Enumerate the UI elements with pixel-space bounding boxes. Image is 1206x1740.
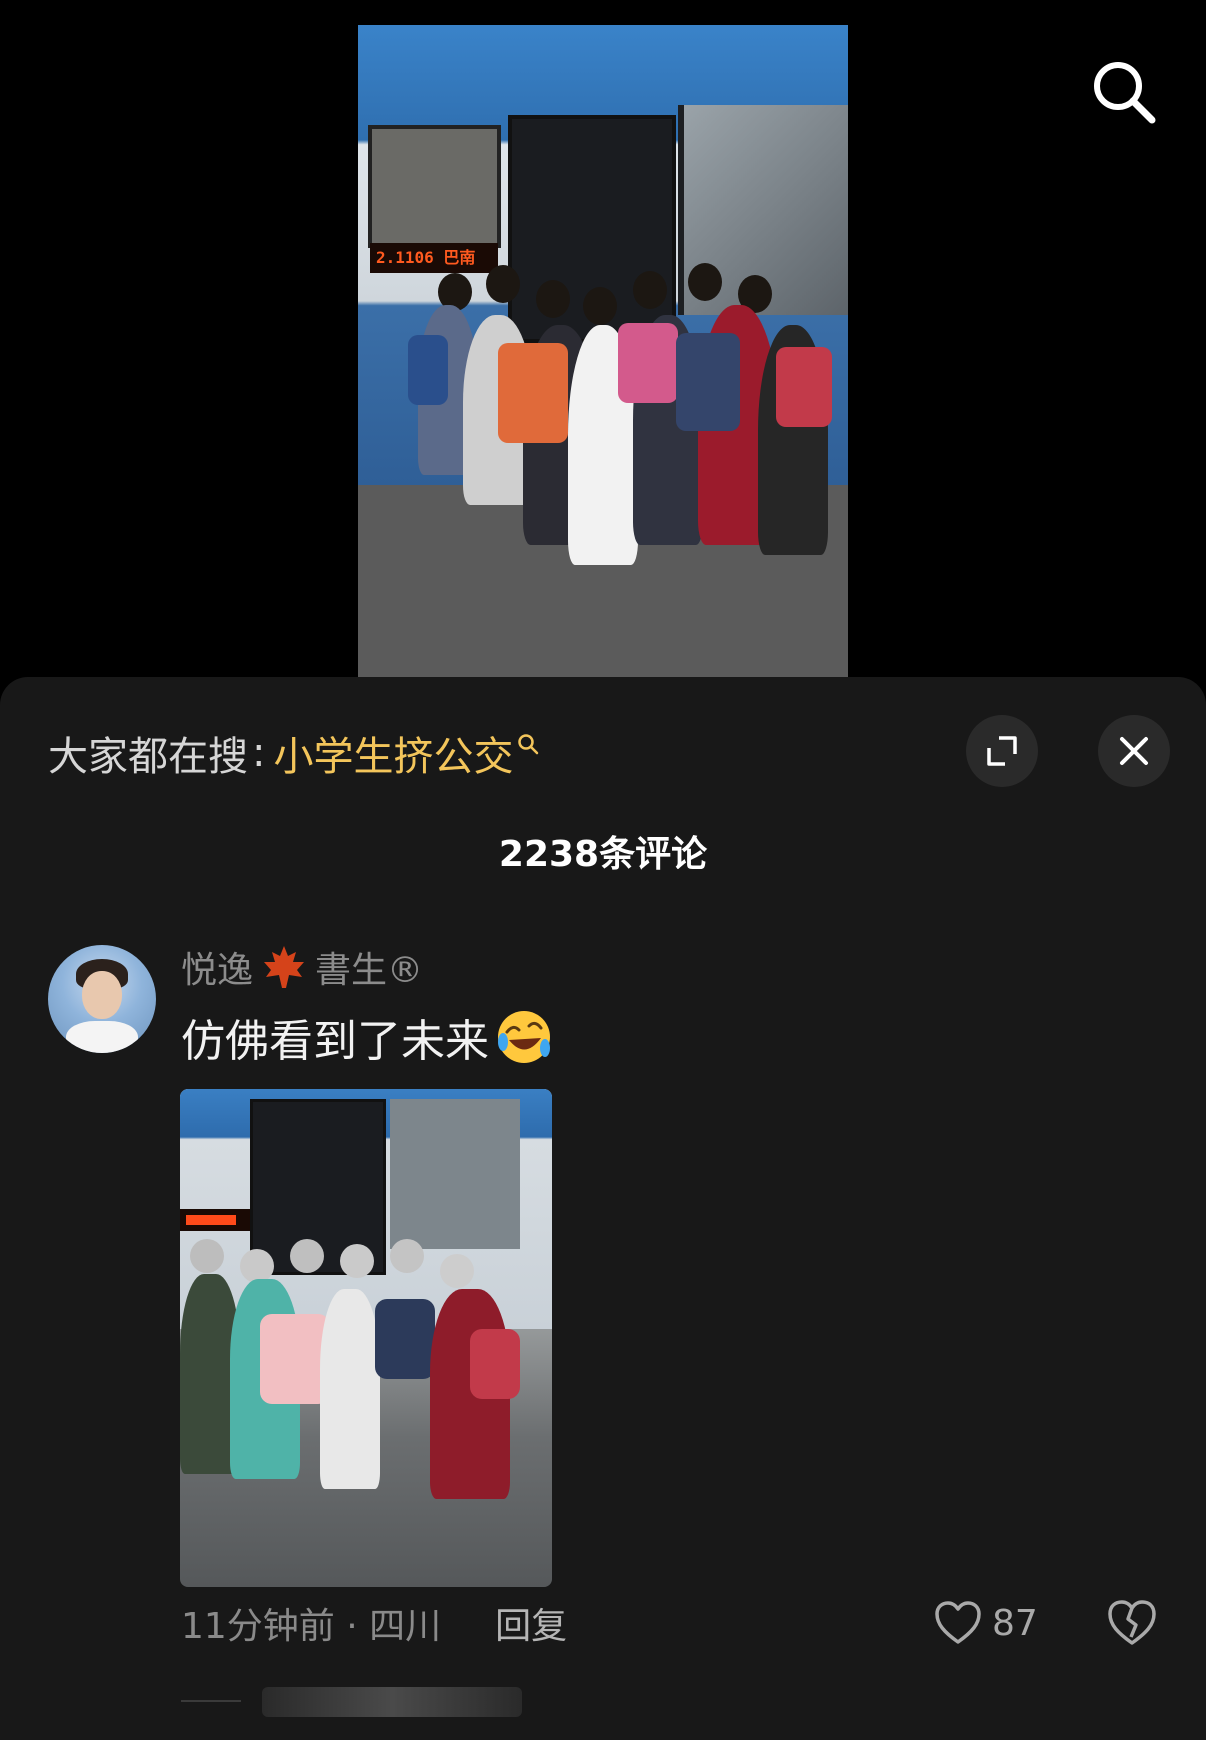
comment-username[interactable]: 悦逸 書生® [181,943,423,991]
search-icon [1094,62,1156,124]
username-part2: 書生® [315,950,424,991]
comment-text: 仿佛看到了未来 [181,1007,553,1067]
bus-side-window [368,125,501,248]
close-icon [1120,737,1148,765]
broken-heart-icon [1108,1600,1156,1645]
like-button[interactable]: 87 [934,1595,1038,1651]
reply-button[interactable]: 回复 [495,1597,567,1649]
avatar[interactable] [48,945,156,1053]
comment-count: 2238条评论 [498,834,708,875]
heart-icon [935,1601,981,1644]
next-comment-preview [262,1687,522,1717]
comment-sheet: 大家都在搜 : 小学生挤公交 2238条评论 悦逸 書生® 仿佛看到了未来 11… [0,677,1206,1740]
like-count: 87 [992,1602,1038,1644]
dislike-button[interactable] [1106,1597,1158,1649]
maple-leaf-icon [264,946,305,988]
rolling-laughing-emoji-icon [498,1011,550,1063]
expand-icon [987,736,1017,766]
comment-time-location: 11分钟前 · 四川 [181,1606,442,1647]
search-button[interactable] [1088,56,1158,126]
next-comment-divider [181,1700,241,1702]
username-part1: 悦逸 [181,950,254,991]
comment-attached-image[interactable] [180,1089,552,1587]
hot-search-prefix: 大家都在搜 [48,734,248,780]
small-search-icon [518,734,539,755]
close-button[interactable] [1098,715,1170,787]
hot-search-colon: : [252,730,266,776]
video-player[interactable]: 2.1106 巴南 [358,25,848,677]
hot-search-term[interactable]: 小学生挤公交 [273,724,513,782]
hot-search-bar[interactable]: 大家都在搜 : 小学生挤公交 [48,725,539,781]
bus-route-display: 2.1106 巴南 [370,243,498,273]
expand-button[interactable] [966,715,1038,787]
comment-meta: 11分钟前 · 四川 回复 [181,1595,567,1651]
comment-body: 仿佛看到了未来 [181,1016,489,1067]
